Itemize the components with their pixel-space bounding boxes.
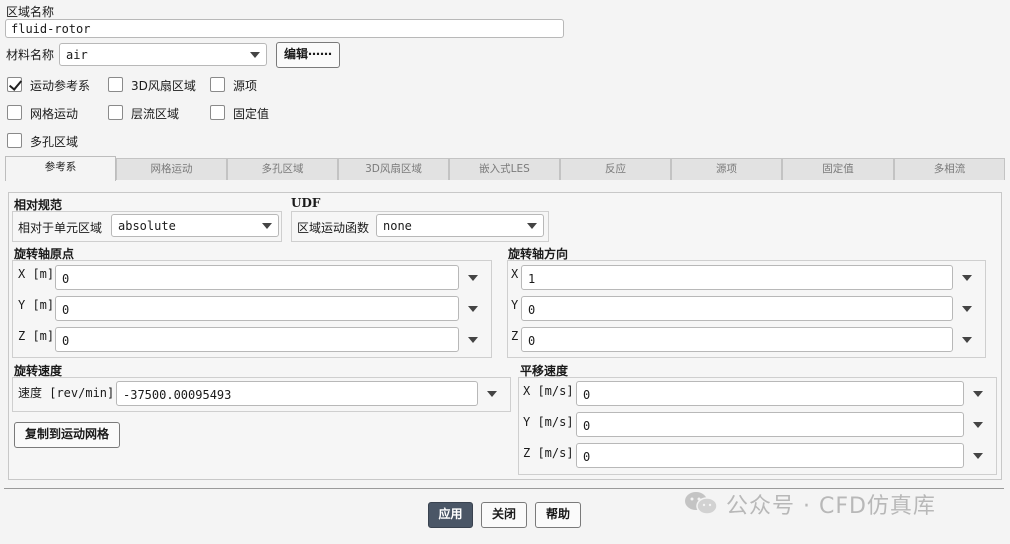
udf-title: UDF — [291, 196, 321, 210]
checkbox-mesh-motion[interactable] — [7, 105, 22, 120]
translation-z-value: 0 — [583, 450, 591, 464]
tab-fixed-values[interactable]: 固定值 — [782, 158, 894, 180]
translation-x-input[interactable]: 0 — [576, 381, 964, 406]
translation-y-dropdown-icon[interactable] — [973, 422, 983, 428]
speed-dropdown-icon[interactable] — [487, 391, 497, 397]
direction-x-value: 1 — [528, 272, 536, 286]
zone-motion-function-value: none — [383, 219, 412, 233]
origin-z-label: Z [m] — [18, 329, 55, 343]
checkbox-frame-motion[interactable] — [7, 77, 22, 92]
translation-x-value: 0 — [583, 388, 591, 402]
direction-z-input[interactable]: 0 — [521, 327, 953, 352]
laminar-zone-label: 层流区域 — [131, 107, 180, 121]
direction-z-value: 0 — [528, 334, 536, 348]
material-value: air — [66, 48, 88, 62]
mesh-motion-label: 网格运动 — [30, 107, 79, 121]
translation-x-label: X [m/s] — [523, 384, 574, 398]
tab-porous-zone[interactable]: 多孔区域 — [227, 158, 338, 180]
origin-x-dropdown-icon[interactable] — [468, 275, 478, 281]
translation-y-label: Y [m/s] — [523, 415, 574, 429]
checkbox-laminar-zone[interactable] — [108, 105, 123, 120]
translation-y-input[interactable]: 0 — [576, 412, 964, 437]
translation-z-label: Z [m/s] — [523, 446, 574, 460]
origin-y-input[interactable]: 0 — [55, 296, 459, 321]
origin-y-dropdown-icon[interactable] — [468, 306, 478, 312]
translation-z-input[interactable]: 0 — [576, 443, 964, 468]
tab-bar: 参考系 网格运动 多孔区域 3D风扇区域 嵌入式LES 反应 源项 固定值 多相… — [5, 156, 1006, 181]
copy-to-mesh-motion-button[interactable]: 复制到运动网格 — [14, 422, 120, 448]
fixed-values-label: 固定值 — [233, 107, 270, 121]
edit-material-button[interactable]: 编辑⋯⋯ — [276, 42, 340, 68]
origin-z-value: 0 — [62, 334, 70, 348]
checkbox-porous-zone[interactable] — [7, 133, 22, 148]
origin-z-input[interactable]: 0 — [55, 327, 459, 352]
chevron-down-icon — [527, 223, 537, 229]
tab-embedded-les[interactable]: 嵌入式LES — [449, 158, 560, 180]
source-terms-label: 源项 — [233, 79, 258, 93]
relative-to-label: 相对于单元区域 — [18, 221, 103, 235]
help-button[interactable]: 帮助 — [535, 502, 581, 528]
direction-y-input[interactable]: 0 — [521, 296, 953, 321]
material-select[interactable]: air — [59, 43, 267, 66]
origin-x-input[interactable]: 0 — [55, 265, 459, 290]
close-button[interactable]: 关闭 — [481, 502, 527, 528]
direction-y-dropdown-icon[interactable] — [962, 306, 972, 312]
chevron-down-icon — [250, 52, 260, 58]
direction-x-input[interactable]: 1 — [521, 265, 953, 290]
translation-y-value: 0 — [583, 419, 591, 433]
speed-value: -37500.00095493 — [123, 388, 232, 402]
origin-z-dropdown-icon[interactable] — [468, 337, 478, 343]
checkbox-fixed-values[interactable] — [210, 105, 225, 120]
wechat-icon — [685, 492, 718, 515]
tab-source-terms[interactable]: 源项 — [671, 158, 782, 180]
origin-x-label: X [m] — [18, 267, 55, 281]
material-label: 材料名称 — [6, 48, 55, 62]
direction-y-label: Y — [511, 298, 519, 312]
zone-motion-function-label: 区域运动函数 — [297, 221, 370, 235]
3d-fan-zone-label: 3D风扇区域 — [131, 79, 196, 93]
direction-z-label: Z — [511, 329, 519, 343]
tab-3d-fan-zone[interactable]: 3D风扇区域 — [338, 158, 449, 180]
apply-button[interactable]: 应用 — [428, 502, 473, 528]
relative-to-value: absolute — [118, 219, 176, 233]
checkbox-3d-fan-zone[interactable] — [108, 77, 123, 92]
speed-input[interactable]: -37500.00095493 — [116, 381, 478, 406]
porous-zone-label: 多孔区域 — [30, 135, 79, 149]
origin-x-value: 0 — [62, 272, 70, 286]
speed-label: 速度 [rev/min] — [18, 386, 115, 400]
translation-x-dropdown-icon[interactable] — [973, 391, 983, 397]
origin-y-value: 0 — [62, 303, 70, 317]
zone-name-input[interactable]: fluid-rotor — [5, 19, 564, 38]
translation-z-dropdown-icon[interactable] — [973, 453, 983, 459]
watermark-text: 公众号 · CFD仿真库 — [726, 494, 936, 519]
relative-to-select[interactable]: absolute — [111, 214, 279, 237]
zone-name-label: 区域名称 — [6, 5, 55, 19]
frame-motion-label: 运动参考系 — [30, 79, 91, 93]
tab-reaction[interactable]: 反应 — [560, 158, 671, 180]
direction-x-dropdown-icon[interactable] — [962, 275, 972, 281]
zone-motion-function-select[interactable]: none — [376, 214, 544, 237]
origin-y-label: Y [m] — [18, 298, 55, 312]
direction-x-label: X — [511, 267, 519, 281]
tab-mesh-motion[interactable]: 网格运动 — [116, 158, 227, 180]
tab-reference-frame[interactable]: 参考系 — [5, 156, 116, 181]
direction-z-dropdown-icon[interactable] — [962, 337, 972, 343]
tab-multiphase[interactable]: 多相流 — [894, 158, 1005, 180]
direction-y-value: 0 — [528, 303, 536, 317]
chevron-down-icon — [262, 223, 272, 229]
checkbox-source-terms[interactable] — [210, 77, 225, 92]
